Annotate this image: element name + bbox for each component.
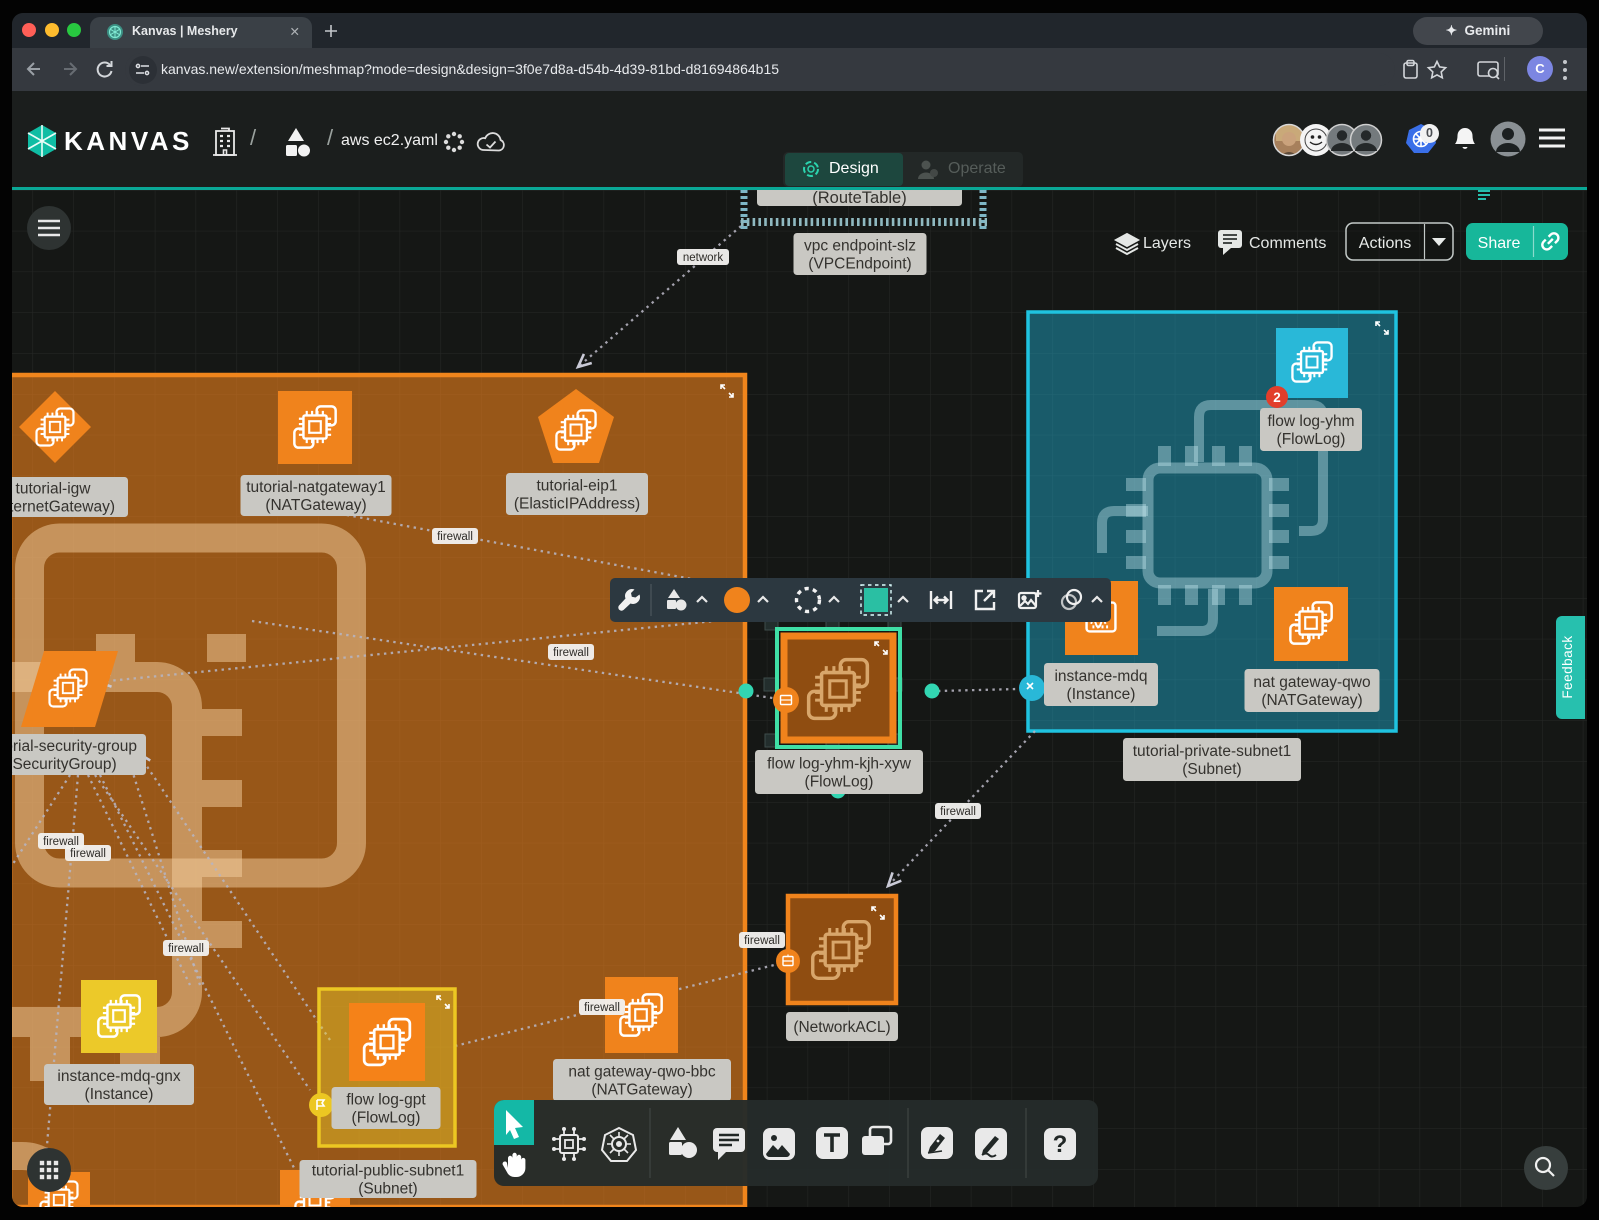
svg-text:firewall: firewall — [940, 806, 976, 818]
svg-text:(NATGateway): (NATGateway) — [591, 1082, 692, 1099]
svg-text:vpc endpoint-slz: vpc endpoint-slz — [804, 238, 916, 255]
svg-text:tutorial-natgateway1: tutorial-natgateway1 — [246, 479, 386, 496]
svg-text:firewall: firewall — [584, 1002, 620, 1014]
svg-text:(NATGateway): (NATGateway) — [265, 497, 366, 514]
svg-text:(FlowLog): (FlowLog) — [352, 1110, 421, 1127]
svg-text:network: network — [683, 252, 724, 264]
svg-text:2: 2 — [1273, 390, 1281, 405]
svg-text:Comments: Comments — [1249, 235, 1326, 252]
svg-text:(Subnet): (Subnet) — [1182, 761, 1241, 778]
svg-text:firewall: firewall — [437, 531, 473, 543]
svg-text:instance-mdq-gnx: instance-mdq-gnx — [57, 1068, 180, 1085]
svg-text:(InternetGateway): (InternetGateway) — [12, 499, 115, 516]
svg-text:flow log-gpt: flow log-gpt — [346, 1092, 426, 1109]
svg-text:(ElasticIPAddress): (ElasticIPAddress) — [514, 496, 640, 513]
svg-text:Actions: Actions — [1359, 235, 1411, 252]
svg-text:Layers: Layers — [1143, 235, 1191, 252]
svg-text:tutorial-security-group: tutorial-security-group — [12, 738, 137, 755]
svg-text:(NetworkACL): (NetworkACL) — [793, 1019, 890, 1036]
svg-text:nat gateway-qwo-bbc: nat gateway-qwo-bbc — [568, 1064, 716, 1081]
svg-text:tutorial-eip1: tutorial-eip1 — [537, 478, 618, 495]
svg-text:(Instance): (Instance) — [85, 1086, 154, 1103]
svg-text:flow log-yhm-kjh-xyw: flow log-yhm-kjh-xyw — [767, 756, 912, 773]
svg-text:(FlowLog): (FlowLog) — [805, 774, 874, 791]
svg-text:tutorial-public-subnet1: tutorial-public-subnet1 — [312, 1163, 465, 1180]
svg-text:(RouteTable): (RouteTable) — [812, 190, 906, 207]
svg-text:firewall: firewall — [168, 943, 204, 955]
svg-text:firewall: firewall — [744, 935, 780, 947]
svg-text:?: ? — [1053, 1131, 1068, 1158]
svg-text:firewall: firewall — [70, 848, 106, 860]
svg-text:nat gateway-qwo: nat gateway-qwo — [1253, 674, 1370, 691]
svg-text:(SecurityGroup): (SecurityGroup) — [12, 756, 117, 773]
svg-text:(VPCEndpoint): (VPCEndpoint) — [808, 256, 911, 273]
svg-text:firewall: firewall — [553, 647, 589, 659]
svg-text:(Subnet): (Subnet) — [358, 1181, 417, 1198]
svg-text:tutorial-igw: tutorial-igw — [16, 481, 92, 498]
svg-text:tutorial-private-subnet1: tutorial-private-subnet1 — [1133, 743, 1292, 760]
svg-text:instance-mdq: instance-mdq — [1054, 668, 1147, 685]
svg-text:(Instance): (Instance) — [1067, 686, 1136, 703]
svg-text:flow log-yhm: flow log-yhm — [1268, 413, 1355, 430]
svg-text:Share: Share — [1478, 235, 1521, 252]
svg-text:(FlowLog): (FlowLog) — [1277, 431, 1346, 448]
svg-text:Feedback: Feedback — [1560, 635, 1575, 698]
svg-text:(NATGateway): (NATGateway) — [1261, 692, 1362, 709]
